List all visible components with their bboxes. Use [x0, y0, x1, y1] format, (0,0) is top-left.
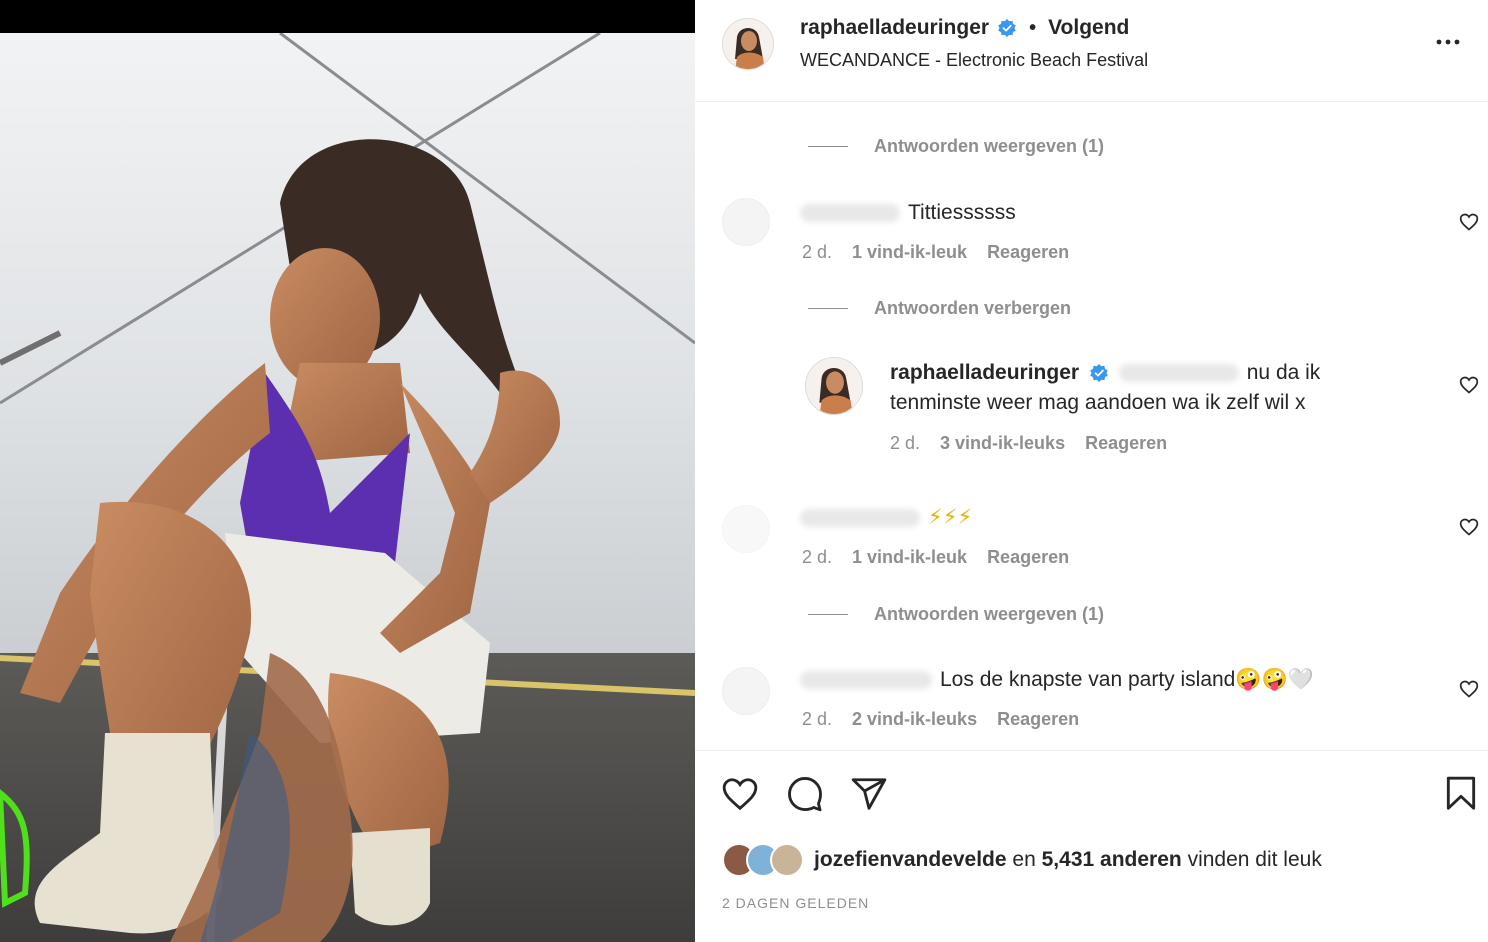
reply-text-line2: tenminste weer mag aandoen wa ik zelf wi…	[890, 391, 1306, 414]
hide-replies-toggle[interactable]: Antwoorden verbergen	[808, 298, 1071, 319]
verified-badge-icon	[1090, 364, 1108, 383]
header-user-row: raphaelladeuringer • Volgend	[800, 16, 1129, 40]
comment-meta: 2 d. 1 vind-ik-leuk Reageren	[802, 547, 1069, 568]
post-actions-bar: jozefienvandevelde en 5,431 anderen vind…	[695, 750, 1488, 942]
replies-divider	[808, 146, 848, 147]
reply-button[interactable]: Reageren	[1085, 433, 1167, 454]
comment-body: Los de knapste van party island🤪🤪🤍	[800, 665, 1314, 695]
comment-text: Tittiessssss	[908, 201, 1016, 224]
post-location[interactable]: WECANDANCE - Electronic Beach Festival	[800, 50, 1148, 71]
reply-item: raphaelladeuringer nu da ik tenminste we…	[695, 355, 1488, 465]
post-photo[interactable]	[0, 0, 695, 942]
reply-heart-icon[interactable]	[1459, 375, 1479, 395]
comment-avatar-blurred[interactable]	[722, 505, 770, 553]
view-replies-label: Antwoorden weergeven (1)	[874, 136, 1105, 156]
author-username[interactable]: raphaelladeuringer	[800, 16, 989, 40]
likes-text[interactable]: jozefienvandevelde en 5,431 anderen vind…	[814, 848, 1322, 872]
replies-divider	[808, 308, 848, 309]
reply-body: raphaelladeuringer nu da ik tenminste we…	[890, 358, 1410, 418]
comment-body: ⚡⚡⚡	[800, 503, 972, 533]
reply-button[interactable]: Reageren	[997, 709, 1079, 730]
post-header: raphaelladeuringer • Volgend WECANDANCE …	[695, 0, 1488, 102]
reply-button[interactable]: Reageren	[987, 242, 1069, 263]
likes-connector: en	[1012, 848, 1036, 871]
comment-body: Tittiessssss	[800, 198, 1016, 228]
reply-meta: 2 d. 3 vind-ik-leuks Reageren	[890, 433, 1167, 454]
comment-text: Los de knapste van party island🤪🤪🤍	[940, 668, 1314, 691]
author-avatar[interactable]	[722, 18, 774, 70]
reply-button[interactable]: Reageren	[987, 547, 1069, 568]
heart-icon[interactable]	[721, 775, 759, 813]
follow-status-button[interactable]: Volgend	[1048, 16, 1129, 40]
comment-likes[interactable]: 1 vind-ik-leuk	[852, 242, 967, 263]
comment-heart-icon[interactable]	[1459, 679, 1479, 699]
likes-count[interactable]: 5,431 anderen	[1042, 848, 1182, 871]
comment-likes[interactable]: 1 vind-ik-leuk	[852, 547, 967, 568]
comment-heart-icon[interactable]	[1459, 517, 1479, 537]
blurred-username	[800, 509, 920, 528]
view-replies-toggle[interactable]: Antwoorden weergeven (1)	[808, 136, 1104, 157]
comment-time: 2 d.	[802, 242, 833, 262]
first-liker-username[interactable]: jozefienvandevelde	[814, 848, 1007, 871]
comment-item: Los de knapste van party island🤪🤪🤍 2 d. …	[695, 665, 1488, 745]
likes-suffix: vinden dit leuk	[1187, 848, 1322, 871]
post-details-panel: raphaelladeuringer • Volgend WECANDANCE …	[695, 0, 1488, 942]
comment-text: ⚡⚡⚡	[928, 506, 973, 529]
blurred-username	[800, 204, 900, 223]
reply-time: 2 d.	[890, 433, 921, 453]
post-image	[0, 33, 695, 942]
reply-username[interactable]: raphaelladeuringer	[890, 361, 1079, 384]
comment-meta: 2 d. 2 vind-ik-leuks Reageren	[802, 709, 1079, 730]
comment-item: Tittiessssss 2 d. 1 vind-ik-leuk Reagere…	[695, 198, 1488, 278]
more-options-icon[interactable]	[1433, 32, 1463, 52]
bookmark-icon[interactable]	[1442, 775, 1480, 813]
reply-likes[interactable]: 3 vind-ik-leuks	[940, 433, 1065, 454]
comment-time: 2 d.	[802, 709, 833, 729]
comment-item: ⚡⚡⚡ 2 d. 1 vind-ik-leuk Reageren	[695, 503, 1488, 583]
view-replies-label: Antwoorden weergeven (1)	[874, 604, 1105, 624]
comment-heart-icon[interactable]	[1459, 212, 1479, 232]
comment-time: 2 d.	[802, 547, 833, 567]
comments-list[interactable]: Antwoorden weergeven (1) Tittiessssss 2 …	[695, 103, 1488, 750]
comment-avatar-blurred[interactable]	[722, 198, 770, 246]
likes-summary: jozefienvandevelde en 5,431 anderen vind…	[722, 843, 1322, 877]
reply-text-line1: nu da ik	[1246, 361, 1321, 384]
reply-author-avatar[interactable]	[805, 357, 863, 415]
blurred-username	[800, 671, 932, 690]
comment-likes[interactable]: 2 vind-ik-leuks	[852, 709, 977, 730]
share-icon[interactable]	[850, 775, 888, 813]
liker-avatar[interactable]	[770, 843, 804, 877]
view-replies-toggle[interactable]: Antwoorden weergeven (1)	[808, 604, 1104, 625]
header-separator: •	[1029, 16, 1037, 39]
comment-avatar-blurred[interactable]	[722, 667, 770, 715]
comment-icon[interactable]	[786, 775, 824, 813]
verified-badge-icon	[998, 19, 1016, 37]
post-timestamp: 2 DAGEN GELEDEN	[722, 895, 870, 911]
comment-meta: 2 d. 1 vind-ik-leuk Reageren	[802, 242, 1069, 263]
photo-top-bar	[0, 0, 695, 33]
hide-replies-label: Antwoorden verbergen	[874, 298, 1072, 318]
replies-divider	[808, 614, 848, 615]
blurred-mention	[1118, 364, 1239, 383]
